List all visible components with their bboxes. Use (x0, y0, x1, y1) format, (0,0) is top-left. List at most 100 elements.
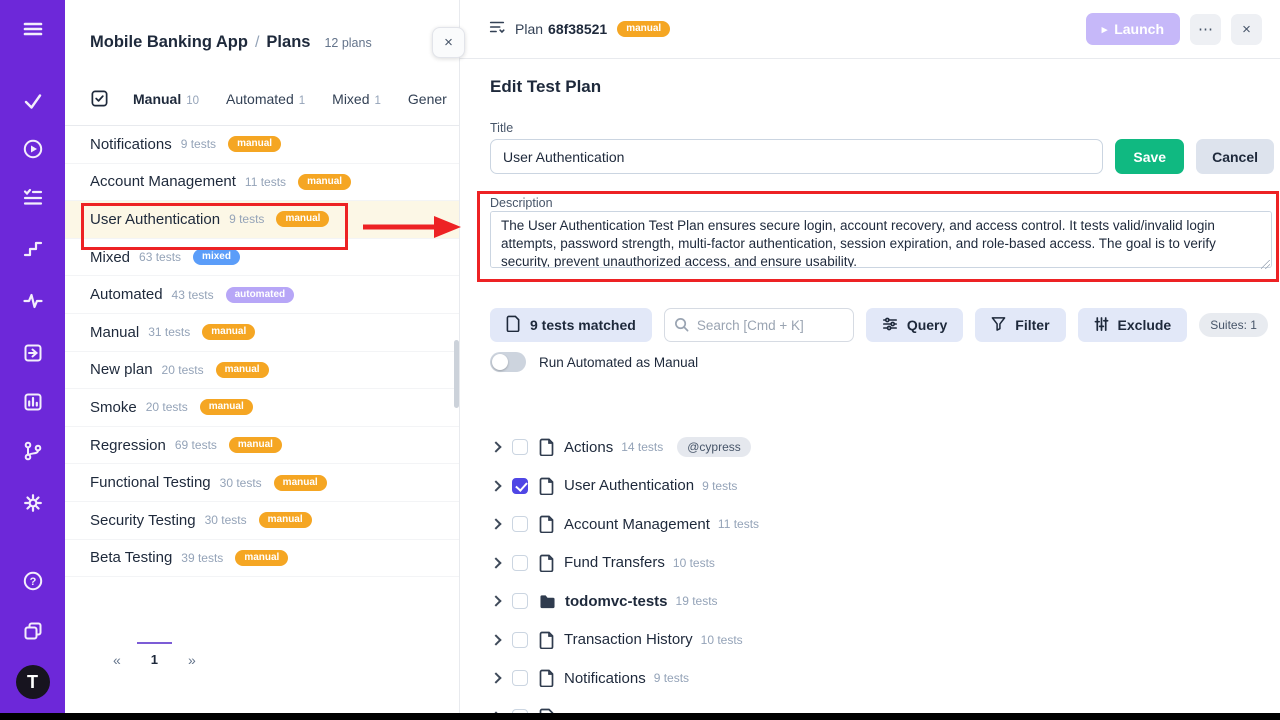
list-item[interactable]: New plan 20 tests manual (65, 352, 459, 390)
plan-type-badge: manual (235, 550, 288, 566)
list-item[interactable]: Security Testing 30 tests manual (65, 502, 459, 540)
plan-list-icon (488, 18, 506, 41)
pagination-last-button[interactable]: » (172, 642, 212, 668)
suite-name[interactable]: Actions (564, 439, 613, 456)
chevron-right-icon[interactable] (490, 480, 501, 491)
play-circle-icon[interactable] (21, 137, 45, 161)
task-list-icon[interactable] (21, 185, 45, 209)
tests-matched-button[interactable]: 9 tests matched (490, 308, 652, 342)
plan-name: New plan (90, 361, 153, 378)
run-automated-toggle[interactable] (490, 352, 526, 372)
title-input[interactable] (490, 139, 1103, 174)
chevron-right-icon[interactable] (490, 442, 501, 453)
tree-row-transaction-history[interactable]: Transaction History 10 tests (490, 621, 1280, 660)
close-detail-button[interactable]: × (1231, 14, 1262, 45)
check-icon[interactable] (21, 89, 45, 113)
project-title[interactable]: Mobile Banking App (90, 33, 248, 52)
suite-checkbox[interactable] (512, 555, 528, 571)
plan-id: 68f38521 (548, 21, 607, 37)
toggle-label: Run Automated as Manual (539, 355, 698, 370)
checklist-icon[interactable] (90, 89, 109, 108)
search-box (664, 308, 854, 342)
textarea-resize-handle[interactable] (1261, 260, 1270, 269)
chevron-right-icon[interactable] (490, 596, 501, 607)
chevron-right-icon[interactable] (490, 557, 501, 568)
suite-checkbox-checked[interactable] (512, 478, 528, 494)
collapse-panel-button[interactable]: × (432, 27, 465, 58)
gear-icon[interactable] (21, 491, 45, 515)
list-item[interactable]: Manual 31 tests manual (65, 314, 459, 352)
pagination-page-1[interactable]: 1 (137, 642, 172, 667)
tab-manual[interactable]: Manual10 (133, 91, 199, 107)
chevron-right-icon[interactable] (490, 519, 501, 530)
tree-row-account-management[interactable]: Account Management 11 tests (490, 505, 1280, 544)
suite-checkbox[interactable] (512, 439, 528, 455)
app-logo[interactable]: T (16, 665, 50, 699)
plan-test-count: 31 tests (148, 325, 190, 339)
branch-icon[interactable] (21, 439, 45, 463)
tab-count: 1 (299, 95, 305, 107)
breadcrumb: Mobile Banking App / Plans 12 plans (65, 0, 459, 52)
launch-label: Launch (1114, 21, 1164, 37)
list-item[interactable]: Functional Testing 30 tests manual (65, 464, 459, 502)
file-icon (539, 554, 555, 572)
tab-label: Automated (226, 91, 294, 107)
save-button[interactable]: Save (1115, 139, 1184, 174)
list-item[interactable]: Regression 69 tests manual (65, 427, 459, 465)
tab-mixed[interactable]: Mixed1 (332, 91, 381, 107)
plan-type-badge: automated (226, 287, 295, 303)
tab-automated[interactable]: Automated 1 (226, 91, 305, 107)
list-item[interactable]: Beta Testing 39 tests manual (65, 540, 459, 578)
exclude-button[interactable]: Exclude (1078, 308, 1188, 342)
list-item[interactable]: Notifications 9 tests manual (65, 126, 459, 164)
suite-test-count: 19 tests (676, 594, 718, 608)
chevron-right-icon[interactable] (490, 673, 501, 684)
plan-type-badge: manual (298, 174, 351, 190)
suite-checkbox[interactable] (512, 593, 528, 609)
more-options-button[interactable]: ⋯ (1190, 14, 1221, 45)
suite-checkbox[interactable] (512, 632, 528, 648)
help-icon[interactable]: ? (21, 569, 45, 593)
tree-row-fund-transfers[interactable]: Fund Transfers 10 tests (490, 544, 1280, 583)
chevron-right-icon[interactable] (490, 634, 501, 645)
suite-checkbox[interactable] (512, 516, 528, 532)
list-item[interactable]: Automated 43 tests automated (65, 276, 459, 314)
search-input[interactable] (664, 308, 854, 342)
list-item[interactable]: Account Management 11 tests manual (65, 164, 459, 202)
panel-scrollbar[interactable] (454, 340, 459, 408)
tree-row-actions[interactable]: Actions 14 tests @cypress (490, 428, 1280, 467)
description-textarea[interactable]: The User Authentication Test Plan ensure… (490, 211, 1272, 268)
pagination-first-button[interactable]: « (97, 642, 137, 668)
plan-type-badge: mixed (193, 249, 240, 265)
activity-icon[interactable] (21, 289, 45, 313)
suite-name[interactable]: Fund Transfers (564, 554, 665, 571)
tree-row-partial[interactable] (490, 698, 1280, 714)
list-item[interactable]: Mixed 63 tests mixed (65, 239, 459, 277)
launch-button[interactable]: ▸ Launch (1086, 13, 1180, 45)
suite-name[interactable]: Account Management (564, 516, 710, 533)
suite-name[interactable]: Transaction History (564, 631, 693, 648)
list-item[interactable]: Smoke 20 tests manual (65, 389, 459, 427)
filter-button[interactable]: Filter (975, 308, 1065, 342)
report-icon[interactable] (21, 390, 45, 414)
tree-row-notifications[interactable]: Notifications 9 tests (490, 659, 1280, 698)
filter-label: Filter (1015, 317, 1049, 333)
tab-general[interactable]: Gener (408, 91, 447, 107)
run-box-icon[interactable] (21, 341, 45, 365)
plan-name: Regression (90, 437, 166, 454)
suite-name[interactable]: User Authentication (564, 477, 694, 494)
steps-icon[interactable] (21, 237, 45, 261)
suite-tag: @cypress (677, 437, 751, 457)
suite-checkbox[interactable] (512, 670, 528, 686)
suite-name[interactable]: Notifications (564, 670, 646, 687)
query-button[interactable]: Query (866, 308, 963, 342)
plan-id-group: Plan 68f38521 manual (488, 18, 670, 41)
projects-icon[interactable] (21, 619, 45, 643)
list-item-selected[interactable]: User Authentication 9 tests manual (65, 201, 459, 239)
tree-row-todomvc-tests[interactable]: todomvc-tests 19 tests (490, 582, 1280, 621)
tab-count: 1 (375, 95, 381, 107)
tree-row-user-authentication[interactable]: User Authentication 9 tests (490, 467, 1280, 506)
suite-name[interactable]: todomvc-tests (565, 593, 668, 610)
menu-icon[interactable] (21, 17, 45, 41)
cancel-button[interactable]: Cancel (1196, 139, 1274, 174)
